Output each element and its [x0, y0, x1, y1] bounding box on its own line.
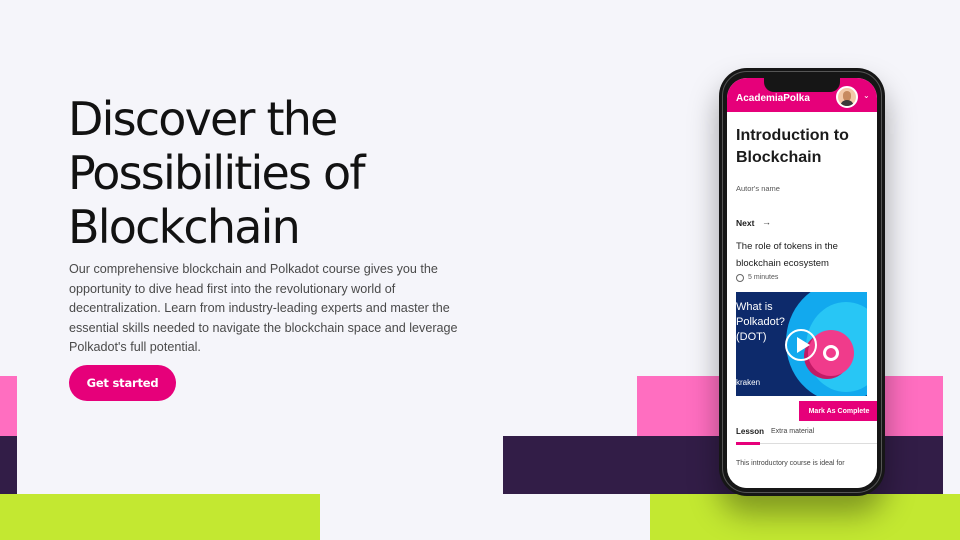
lesson-duration: 5 minutes — [748, 274, 779, 281]
course-title: Introduction to Blockchain — [736, 127, 849, 166]
next-lesson-title[interactable]: The role of tokens in the blockchain eco… — [736, 238, 871, 272]
phone-mockup: AcademiaPolka ⌄ Introduction to Blockcha… — [719, 68, 885, 496]
video-brand: kraken — [736, 378, 761, 387]
tab-lesson[interactable]: Lesson — [736, 427, 764, 436]
play-triangle — [797, 337, 810, 353]
get-started-button[interactable]: Get started — [69, 365, 176, 401]
lime-block-left — [0, 494, 320, 540]
polkadot-coin-symbol — [823, 345, 839, 361]
hero-title: Discover the Possibilities of Blockchain — [68, 92, 468, 254]
arrow-right-icon[interactable]: → — [762, 217, 771, 227]
lime-block-right — [650, 494, 960, 540]
avatar[interactable] — [836, 86, 858, 108]
next-label[interactable]: Next — [736, 218, 754, 228]
pink-block-left — [0, 376, 17, 436]
hero-title-line: Possibilities of — [68, 146, 366, 200]
clock-icon — [736, 274, 744, 282]
mark-as-complete-button[interactable]: Mark As Complete — [799, 401, 877, 421]
author-name: Autor's name — [736, 184, 780, 193]
video-thumbnail[interactable]: What is Polkadot? (DOT) kraken — [736, 292, 867, 396]
phone-screen: AcademiaPolka ⌄ Introduction to Blockcha… — [727, 78, 877, 488]
screen-fade — [727, 474, 877, 488]
plum-block-left — [0, 436, 17, 494]
play-icon[interactable] — [785, 329, 817, 361]
active-tab-indicator — [736, 442, 760, 445]
avatar-body — [840, 100, 854, 106]
hero-title-line: Discover the — [68, 92, 338, 146]
chevron-down-icon[interactable]: ⌄ — [863, 92, 870, 100]
lesson-intro-text: This introductory course is ideal for — [736, 460, 845, 467]
app-logo[interactable]: AcademiaPolka — [736, 93, 810, 104]
hero-description: Our comprehensive blockchain and Polkado… — [69, 262, 458, 355]
hero-title-line: Blockchain — [68, 200, 301, 254]
tab-extra-material[interactable]: Extra material — [771, 428, 814, 435]
phone-notch — [764, 78, 840, 92]
